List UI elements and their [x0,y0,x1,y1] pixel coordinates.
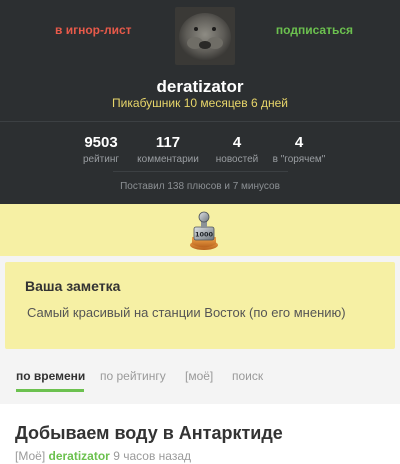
award-medal-text: 1000 [195,231,214,239]
tab-search[interactable]: поиск [232,369,263,383]
stat-comments[interactable]: 117 комментарии [132,134,204,165]
awards-bar: 1000 [0,204,400,256]
note-text: Самый красивый на станции Восток (по его… [27,305,346,320]
stats-divider [113,171,288,172]
active-tab-indicator [16,389,84,392]
post-card: Добываем воду в Антарктиде [Моё] deratiz… [0,404,400,464]
stat-comments-value: 117 [155,134,181,151]
subscribe-button[interactable]: подписаться [276,23,353,37]
avatar[interactable] [175,7,235,65]
stat-rating: 9503 рейтинг [77,134,125,165]
stat-hot-value: 4 [294,134,304,151]
tab-by-time[interactable]: по времени [16,369,85,383]
member-since: Пикабушник 10 месяцев 6 дней [112,96,288,110]
post-title[interactable]: Добываем воду в Антарктиде [15,423,283,444]
stat-news-value: 4 [232,134,242,151]
sort-tabs: по времени по рейтингу [моё] поиск [0,359,400,393]
note-title: Ваша заметка [25,278,121,294]
votes-summary: Поставил 138 плюсов и 7 минусов [120,181,280,192]
stat-rating-label: рейтинг [82,154,120,165]
tab-by-rating[interactable]: по рейтингу [100,369,166,383]
stat-hot[interactable]: 4 в "горячем" [270,134,328,165]
stat-hot-label: в "горячем" [272,154,326,165]
post-tag[interactable]: [Моё] [15,449,45,463]
ignore-list-button[interactable]: в игнор-лист [55,23,132,37]
award-medal-icon[interactable]: 1000 [188,211,220,251]
stat-comments-label: комментарии [137,154,199,165]
post-author[interactable]: deratizator [49,449,110,463]
tab-mine[interactable]: [моё] [185,369,213,383]
username: deratizator [156,77,244,96]
stat-rating-value: 9503 [84,134,118,151]
post-meta: [Моё] deratizator 9 часов назад [15,449,191,463]
post-time: 9 часов назад [113,449,191,463]
stat-news-label: новостей [215,154,259,165]
stat-news[interactable]: 4 новостей [213,134,261,165]
user-note[interactable]: Ваша заметка Самый красивый на станции В… [5,262,395,349]
profile-header: в игнор-лист подписаться deratizator Пик… [0,0,400,204]
divider [0,121,400,122]
